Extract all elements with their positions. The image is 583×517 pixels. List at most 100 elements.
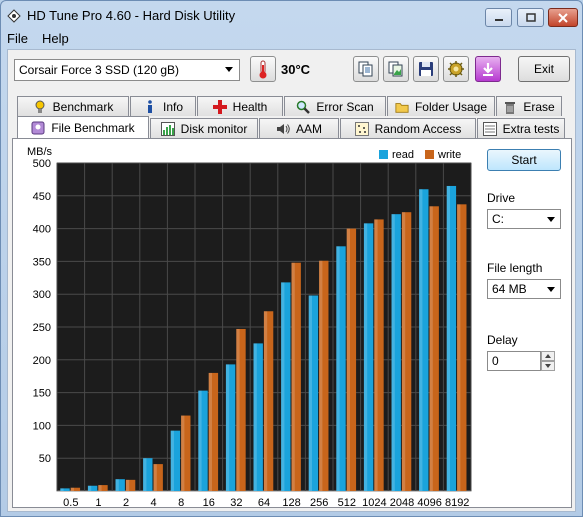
tab-benchmark[interactable]: Benchmark (17, 96, 129, 116)
y-tick-label: 150 (33, 388, 51, 400)
minimize-button[interactable] (485, 8, 512, 27)
y-tick-label: 200 (33, 355, 51, 367)
tab-disk-monitor[interactable]: Disk monitor (150, 118, 258, 138)
y-axis-label: MB/s (27, 146, 53, 158)
delay-decrement-button[interactable] (541, 361, 555, 371)
drive-combo-value: C: (492, 212, 504, 226)
tab-label: Benchmark (52, 99, 114, 114)
tab-random-access[interactable]: Random Access (340, 118, 476, 138)
gauge-icon (33, 100, 47, 114)
y-tick-label: 300 (33, 289, 51, 301)
settings-gear-icon (448, 61, 464, 77)
bar-highlight-write (181, 415, 185, 491)
tab-label: File Benchmark (51, 120, 135, 135)
legend-swatch-write (425, 150, 434, 159)
x-tick-label: 512 (338, 497, 356, 509)
bar-highlight-write (374, 219, 378, 491)
thermometer-icon (259, 60, 267, 79)
bar-highlight-write (208, 372, 212, 491)
bar-highlight-read (170, 430, 174, 491)
benchmark-chart: 50 100 150 200 250 300 350 400 450 500MB/s 0.5 1 2 4 8… (27, 146, 472, 509)
tab-health[interactable]: Health (197, 96, 283, 116)
menu-help[interactable]: Help (42, 31, 69, 49)
title-bar[interactable]: HD Tune Pro 4.60 - Hard Disk Utility (1, 1, 582, 31)
tab-label: Error Scan (316, 99, 374, 114)
options-button[interactable] (443, 56, 469, 82)
maximize-icon (525, 13, 536, 22)
arrow-up-icon (545, 354, 551, 358)
delay-increment-button[interactable] (541, 351, 555, 361)
maximize-button[interactable] (517, 8, 544, 27)
bar-highlight-write (319, 260, 323, 491)
trash-icon (503, 100, 517, 114)
download-button[interactable] (475, 56, 501, 82)
bar-highlight-read (391, 214, 395, 491)
client-area: Corsair Force 3 SSD (120 gB) 30°C Exit B… (7, 49, 576, 512)
close-button[interactable] (548, 8, 578, 27)
tab-file-benchmark[interactable]: File Benchmark (17, 116, 149, 138)
delay-input[interactable]: 0 (487, 351, 541, 371)
x-tick-label: 2048 (390, 497, 414, 509)
bar-highlight-read (87, 485, 92, 491)
tab-aam[interactable]: AAM (259, 118, 339, 138)
magnifier-icon (296, 100, 311, 114)
temperature-value: 30°C (281, 62, 311, 77)
bar-highlight-read (446, 185, 450, 491)
window-title: HD Tune Pro 4.60 - Hard Disk Utility (27, 8, 236, 23)
delay-label: Delay (487, 333, 518, 347)
save-button[interactable] (413, 56, 439, 82)
copy-info-button[interactable] (353, 56, 379, 82)
floppy-disk-icon (419, 62, 433, 76)
y-tick-label: 350 (33, 256, 51, 268)
start-button[interactable]: Start (487, 149, 561, 171)
info-icon (143, 99, 157, 114)
x-tick-label: 32 (230, 497, 242, 509)
bar-highlight-write (263, 311, 268, 491)
exit-button[interactable]: Exit (518, 56, 570, 82)
chevron-down-icon (547, 217, 555, 222)
temperature-button[interactable] (250, 56, 276, 82)
drive-select-value: Corsair Force 3 SSD (120 gB) (19, 63, 180, 77)
bar-highlight-read (225, 364, 230, 491)
tab-folder-usage[interactable]: Folder Usage (387, 96, 495, 116)
dots-icon (354, 121, 369, 136)
bar-highlight-read (363, 223, 368, 491)
tab-label: Info (162, 99, 183, 114)
legend-label-read: read (392, 149, 414, 161)
bar-highlight-read (281, 282, 285, 491)
file-benchmark-icon (31, 121, 45, 135)
tab-error-scan[interactable]: Error Scan (284, 96, 386, 116)
tab-extra-tests[interactable]: Extra tests (477, 118, 565, 138)
legend-label-write: write (437, 149, 461, 161)
menu-bar: File Help (7, 31, 69, 49)
tab-label: Erase (523, 99, 555, 114)
bar-highlight-write (346, 228, 350, 491)
drive-select[interactable]: Corsair Force 3 SSD (120 gB) (14, 59, 240, 81)
tab-info[interactable]: Info (130, 96, 196, 116)
drive-combo[interactable]: C: (487, 209, 561, 229)
x-tick-label: 4 (151, 497, 157, 509)
y-tick-label: 400 (33, 224, 51, 236)
x-tick-label: 16 (203, 497, 215, 509)
y-tick-label: 500 (33, 158, 51, 170)
x-tick-label: 1024 (362, 497, 386, 509)
file-length-combo[interactable]: 64 MB (487, 279, 561, 299)
bar-highlight-read (336, 246, 340, 491)
bar-highlight-read (60, 488, 64, 491)
bar-highlight-write (291, 262, 295, 491)
x-tick-label: 256 (310, 497, 328, 509)
bar-highlight-write (401, 212, 406, 491)
extra-tests-icon (482, 121, 497, 136)
copy-screenshot-button[interactable] (383, 56, 409, 82)
bar-highlight-write (429, 206, 433, 491)
y-tick-label: 250 (33, 322, 51, 334)
bar-highlight-read (198, 390, 202, 491)
menu-file[interactable]: File (7, 31, 28, 49)
x-tick-label: 8192 (445, 497, 469, 509)
x-tick-label: 1 (95, 497, 101, 509)
x-tick-label: 64 (258, 497, 270, 509)
download-arrow-icon (483, 63, 493, 76)
chevron-down-icon (547, 287, 555, 292)
tab-erase[interactable]: Erase (496, 96, 562, 116)
x-tick-label: 0.5 (63, 497, 78, 509)
